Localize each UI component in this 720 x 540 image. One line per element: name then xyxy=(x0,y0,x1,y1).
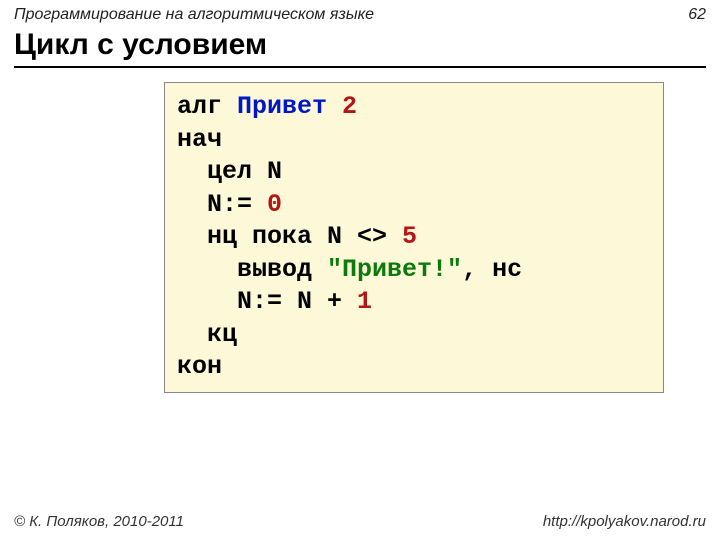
code-block: алг Привет 2 нач цел N N:= 0 нц пока N <… xyxy=(164,82,664,393)
code-line-6a: вывод xyxy=(177,255,327,284)
slide-header: Программирование на алгоритмическом язык… xyxy=(14,6,706,24)
code-line-9: кон xyxy=(177,352,222,381)
slide: Программирование на алгоритмическом язык… xyxy=(0,0,720,540)
code-line-1-name: Привет xyxy=(237,92,342,121)
code-line-2: нач xyxy=(177,125,222,154)
title-divider xyxy=(14,66,706,68)
page-number: 62 xyxy=(688,6,706,24)
code-line-5-num: 5 xyxy=(402,222,417,251)
copyright: © К. Поляков, 2010-2011 xyxy=(14,513,184,530)
code-line-1-num: 2 xyxy=(342,92,357,121)
code-line-7a: N:= N + xyxy=(177,287,357,316)
code-line-5a: нц пока N <> xyxy=(177,222,402,251)
url: http://kpolyakov.narod.ru xyxy=(543,513,706,530)
code-line-7-num: 1 xyxy=(357,287,372,316)
code-line-6-str: "Привет!" xyxy=(327,255,462,284)
slide-footer: © К. Поляков, 2010-2011 http://kpolyakov… xyxy=(14,513,706,530)
code-line-3: цел N xyxy=(177,157,282,186)
slide-title: Цикл с условием xyxy=(14,28,706,62)
topic-text: Программирование на алгоритмическом язык… xyxy=(14,6,374,24)
code-line-6c: , нс xyxy=(462,255,522,284)
code-line-4-num: 0 xyxy=(267,190,282,219)
code-line-4a: N:= xyxy=(177,190,267,219)
code-line-8: кц xyxy=(177,320,237,349)
code-line-1-kw: алг xyxy=(177,92,237,121)
